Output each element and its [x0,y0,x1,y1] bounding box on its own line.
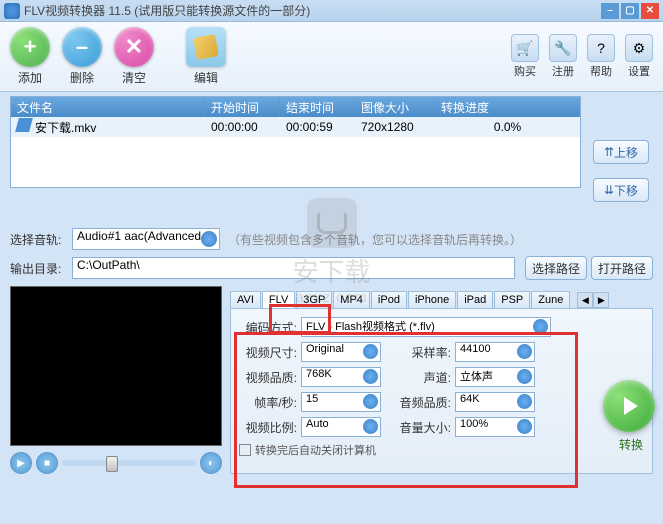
play-button[interactable]: ▶ [10,452,32,474]
preview-panel: ▶ ■ ◐ [10,286,222,474]
register-button[interactable]: 🔧注册 [549,34,577,79]
titlebar: FLV视频转换器 11.5 (试用版只能转换源文件的一部分) – ▢ ✕ [0,0,663,22]
file-row[interactable]: 安下载.mkv 00:00:00 00:00:59 720x1280 0.0% [11,117,580,137]
convert-button[interactable] [603,380,655,432]
col-start[interactable]: 开始时间 [205,99,280,116]
channel-select[interactable]: 立体声 [455,367,535,387]
tab-ipod[interactable]: iPod [371,291,407,308]
col-progress[interactable]: 转换进度 [435,99,580,116]
video-quality-select[interactable]: 768K [301,367,381,387]
output-path-row: 输出目录: C:\OutPath\ 选择路径 打开路径 [10,256,653,280]
window-title: FLV视频转换器 11.5 (试用版只能转换源文件的一部分) [24,2,310,19]
move-down-button[interactable]: ⇊ 下移 [593,178,649,202]
settings-panel: AVI FLV 3GP MP4 iPod iPhone iPad PSP Zun… [230,286,653,474]
clear-button[interactable]: ✕ 清空 [114,27,154,86]
delete-button[interactable]: – 删除 [62,27,102,86]
edit-button[interactable]: 编辑 [186,27,226,86]
tab-scroll-left[interactable]: ◀ [577,292,593,308]
help-button[interactable]: ?帮助 [587,34,615,79]
tab-avi[interactable]: AVI [230,291,261,308]
audio-track-row: 选择音轨: Audio#1 aac(Advanced （有些视频包含多个音轨，您… [10,228,653,250]
audio-track-select[interactable]: Audio#1 aac(Advanced [72,228,220,250]
output-path-input[interactable]: C:\OutPath\ [72,257,515,279]
open-path-button[interactable]: 打开路径 [591,256,653,280]
select-path-button[interactable]: 选择路径 [525,256,587,280]
dropdown-icon[interactable] [201,231,217,247]
col-filename[interactable]: 文件名 [11,99,205,116]
tab-zune[interactable]: Zune [531,291,570,308]
video-preview [10,286,222,446]
tab-mp4[interactable]: MP4 [333,291,370,308]
audio-quality-select[interactable]: 64K [455,392,535,412]
tab-flv[interactable]: FLV [262,291,295,308]
settings-button[interactable]: ⚙设置 [625,34,653,79]
audio-hint: （有些视频包含多个音轨，您可以选择音轨后再转换。） [228,231,522,248]
buy-button[interactable]: 🛒购买 [511,34,539,79]
video-ratio-select[interactable]: Auto [301,417,381,437]
maximize-button[interactable]: ▢ [621,3,639,19]
file-list-header: 文件名 开始时间 结束时间 图像大小 转换进度 [11,97,580,117]
close-button[interactable]: ✕ [641,3,659,19]
main-toolbar: + 添加 – 删除 ✕ 清空 编辑 🛒购买 🔧注册 ?帮助 ⚙设置 [0,22,663,92]
volume-select[interactable]: 100% [455,417,535,437]
file-list: 文件名 开始时间 结束时间 图像大小 转换进度 安下载.mkv 00:00:00… [10,96,581,188]
app-icon [4,3,20,19]
tab-3gp[interactable]: 3GP [296,291,332,308]
tab-iphone[interactable]: iPhone [408,291,456,308]
stop-button[interactable]: ■ [36,452,58,474]
video-size-select[interactable]: Original [301,342,381,362]
tab-psp[interactable]: PSP [494,291,530,308]
col-size[interactable]: 图像大小 [355,99,435,116]
add-button[interactable]: + 添加 [10,27,50,86]
tab-scroll-right[interactable]: ▶ [593,292,609,308]
fps-select[interactable]: 15 [301,392,381,412]
col-end[interactable]: 结束时间 [280,99,355,116]
control-button[interactable]: ◐ [200,452,222,474]
seek-slider[interactable] [62,460,196,466]
format-tabs: AVI FLV 3GP MP4 iPod iPhone iPad PSP Zun… [230,286,653,308]
shutdown-checkbox-row[interactable]: 转换完后自动关闭计算机 [239,442,644,458]
sample-rate-select[interactable]: 44100 [455,342,535,362]
convert-label: 转换 [619,436,643,453]
tab-ipad[interactable]: iPad [457,291,493,308]
minimize-button[interactable]: – [601,3,619,19]
encode-select[interactable]: FLV - Flash视频格式 (*.flv) [301,317,551,337]
file-icon [15,118,33,132]
shutdown-checkbox[interactable] [239,444,251,456]
move-up-button[interactable]: ⇈ 上移 [593,140,649,164]
